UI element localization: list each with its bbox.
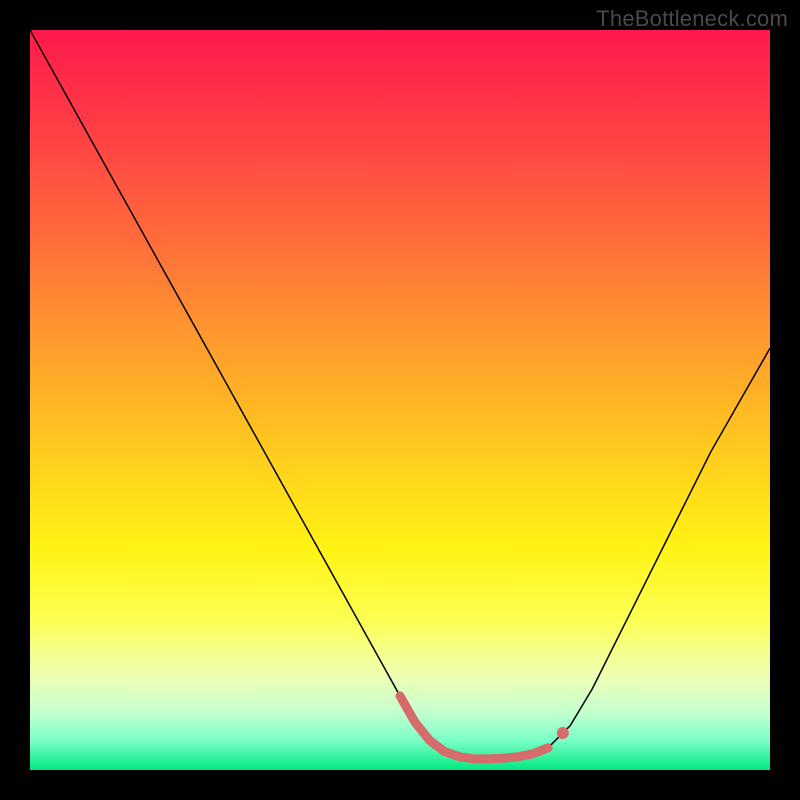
series-curve — [30, 30, 770, 759]
chart-svg — [30, 30, 770, 770]
highlight-endcap-right — [557, 727, 569, 739]
series-highlight — [400, 696, 548, 759]
plot-area — [30, 30, 770, 770]
chart-frame: TheBottleneck.com — [0, 0, 800, 800]
watermark-text: TheBottleneck.com — [596, 6, 788, 32]
